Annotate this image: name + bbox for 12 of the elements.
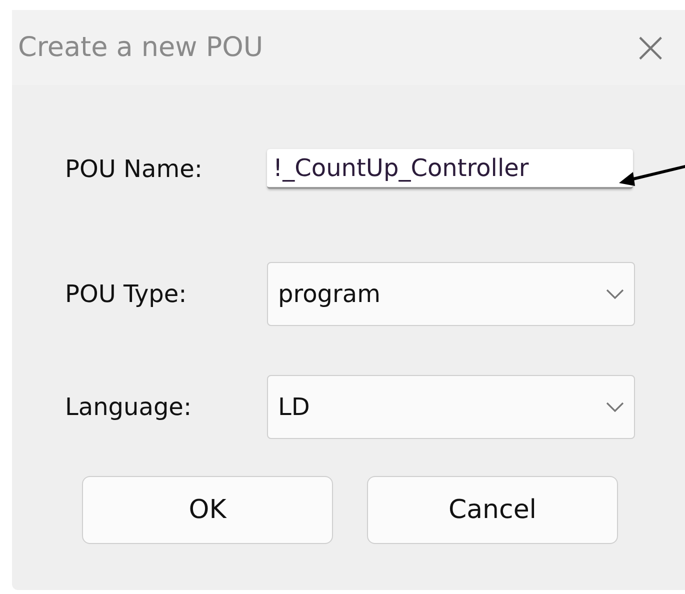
- field-label: POU Type:: [65, 280, 188, 308]
- dropdown[interactable]: LD: [267, 375, 635, 439]
- chevron-icon: [606, 289, 624, 299]
- window-title: Create a new POU: [18, 32, 264, 63]
- dialog-button[interactable]: OK: [82, 476, 333, 544]
- field-label: Language:: [65, 393, 193, 421]
- close-button[interactable]: ×: [616, 26, 685, 70]
- dialog-button[interactable]: Cancel: [367, 476, 618, 544]
- field-label: POU Name:: [65, 155, 204, 183]
- chevron-icon: [606, 402, 624, 412]
- dropdown[interactable]: program: [267, 262, 635, 326]
- name-field[interactable]: !_CountUp_Controller: [267, 149, 633, 189]
